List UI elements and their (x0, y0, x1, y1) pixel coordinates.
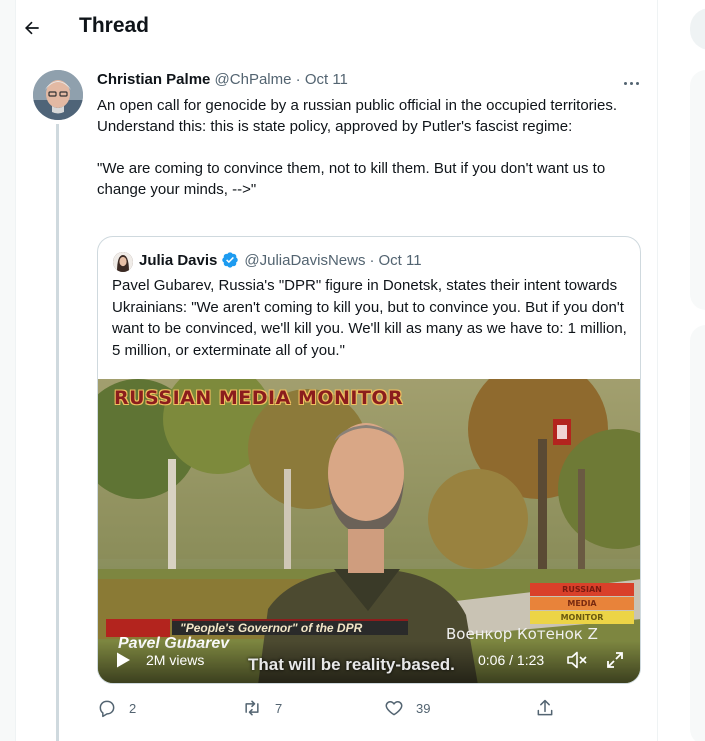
retweet-count: 7 (275, 700, 283, 716)
tweet-actions: 2 7 39 (97, 696, 567, 720)
arrow-left-icon (25, 21, 39, 35)
sidebar-panel-edge (690, 70, 705, 310)
author-handle[interactable]: @ChPalme (215, 71, 292, 88)
reply-count: 2 (129, 700, 137, 716)
view-count: 2M views (146, 652, 205, 668)
mute-icon[interactable] (566, 650, 588, 670)
quote-date: Oct 11 (378, 251, 422, 269)
logo-line-3: MONITOR (530, 611, 634, 624)
quoted-tweet-card[interactable]: Julia Davis @JuliaDavisNews · Oct 11 Pav… (97, 236, 641, 684)
avatar[interactable] (33, 70, 83, 120)
left-sidebar-edge (0, 0, 15, 741)
share-button[interactable] (535, 696, 567, 720)
logo-line-1: RUSSIAN (530, 583, 634, 596)
author-name[interactable]: Christian Palme (97, 71, 210, 88)
play-icon[interactable] (114, 651, 132, 669)
tweet-text-paragraph-2: "We are coming to convince them, not to … (97, 160, 606, 198)
video-subtitle: That will be reality-based. (248, 655, 455, 674)
quote-author-name: Julia Davis (139, 251, 218, 269)
back-button[interactable] (17, 13, 47, 43)
reply-icon (99, 700, 115, 718)
like-button[interactable]: 39 (384, 696, 430, 720)
rmm-logo: RUSSIAN MEDIA MONITOR (530, 583, 634, 625)
tweet-header: Christian Palme @ChPalme · Oct 11 (97, 71, 348, 88)
quote-separator-dot: · (369, 251, 375, 269)
video-overlay-title: RUSSIAN MEDIA MONITOR (114, 387, 404, 409)
tweet-text-paragraph-1: An open call for genocide by a russian p… (97, 97, 618, 135)
logo-line-2: MEDIA (530, 597, 634, 610)
retweet-icon (245, 700, 259, 716)
verified-badge-icon (222, 252, 239, 268)
like-count: 39 (416, 700, 431, 716)
lower-third-role: "People's Governor" of the DPR (172, 619, 408, 635)
separator-dot: · (295, 71, 301, 88)
page-title: Thread (79, 14, 150, 37)
retweet-button[interactable]: 7 (241, 696, 282, 720)
thread-line (56, 124, 59, 741)
more-button[interactable] (618, 72, 644, 90)
video-time: 0:06 / 1:23 (478, 652, 545, 668)
tweet-date[interactable]: Oct 11 (305, 71, 348, 88)
quote-avatar (113, 252, 133, 272)
fullscreen-icon[interactable] (606, 651, 624, 669)
heart-icon (385, 701, 403, 716)
tweet-text: An open call for genocide by a russian p… (97, 95, 642, 200)
quote-author-handle: @JuliaDavisNews (244, 251, 366, 269)
video-player[interactable]: RUSSIAN MEDIA MONITOR RUSSIAN MEDIA MONI… (98, 379, 640, 683)
reply-button[interactable]: 2 (97, 696, 136, 720)
share-icon (537, 699, 553, 716)
quote-header: Julia Davis @JuliaDavisNews · Oct 11 (139, 251, 422, 269)
more-horizontal-icon (622, 72, 640, 90)
sidebar-panel-edge-2 (690, 325, 705, 741)
quote-text: Pavel Gubarev, Russia's "DPR" figure in … (112, 277, 627, 359)
